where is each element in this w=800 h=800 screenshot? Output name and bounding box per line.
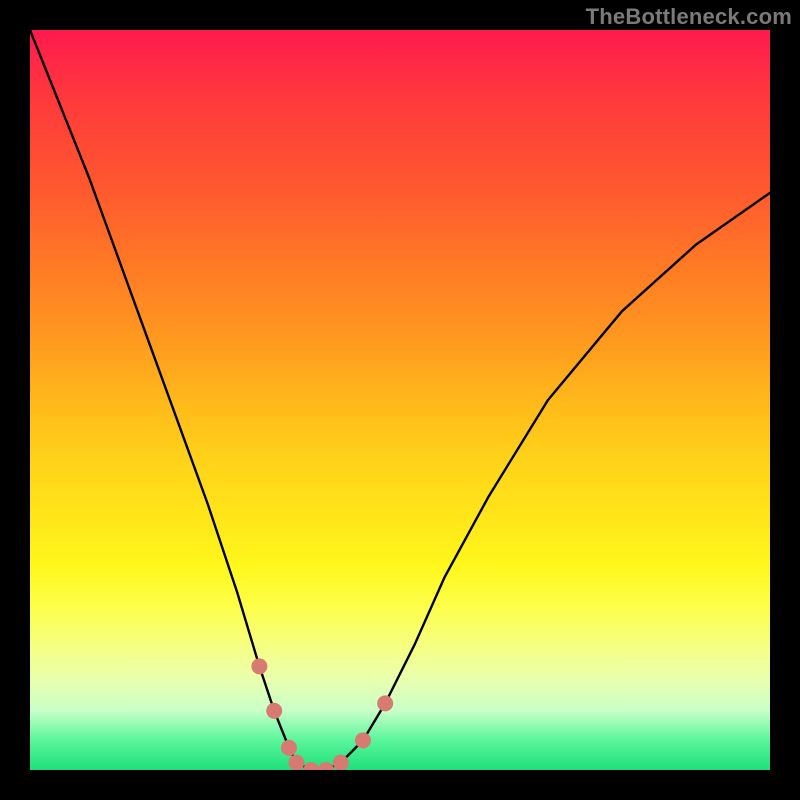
chart-stage: TheBottleneck.com [0, 0, 800, 800]
marker-dot [377, 695, 393, 711]
highlight-markers [251, 658, 393, 770]
watermark-text: TheBottleneck.com [586, 4, 792, 30]
marker-dot [266, 703, 282, 719]
chart-svg [30, 30, 770, 770]
marker-dot [355, 732, 371, 748]
marker-dot [281, 740, 297, 756]
plot-area [30, 30, 770, 770]
marker-dot [333, 755, 349, 770]
marker-dot [288, 755, 304, 770]
marker-dot [251, 658, 267, 674]
marker-dot [303, 762, 319, 770]
marker-dot [318, 762, 334, 770]
curve-line [30, 30, 770, 770]
